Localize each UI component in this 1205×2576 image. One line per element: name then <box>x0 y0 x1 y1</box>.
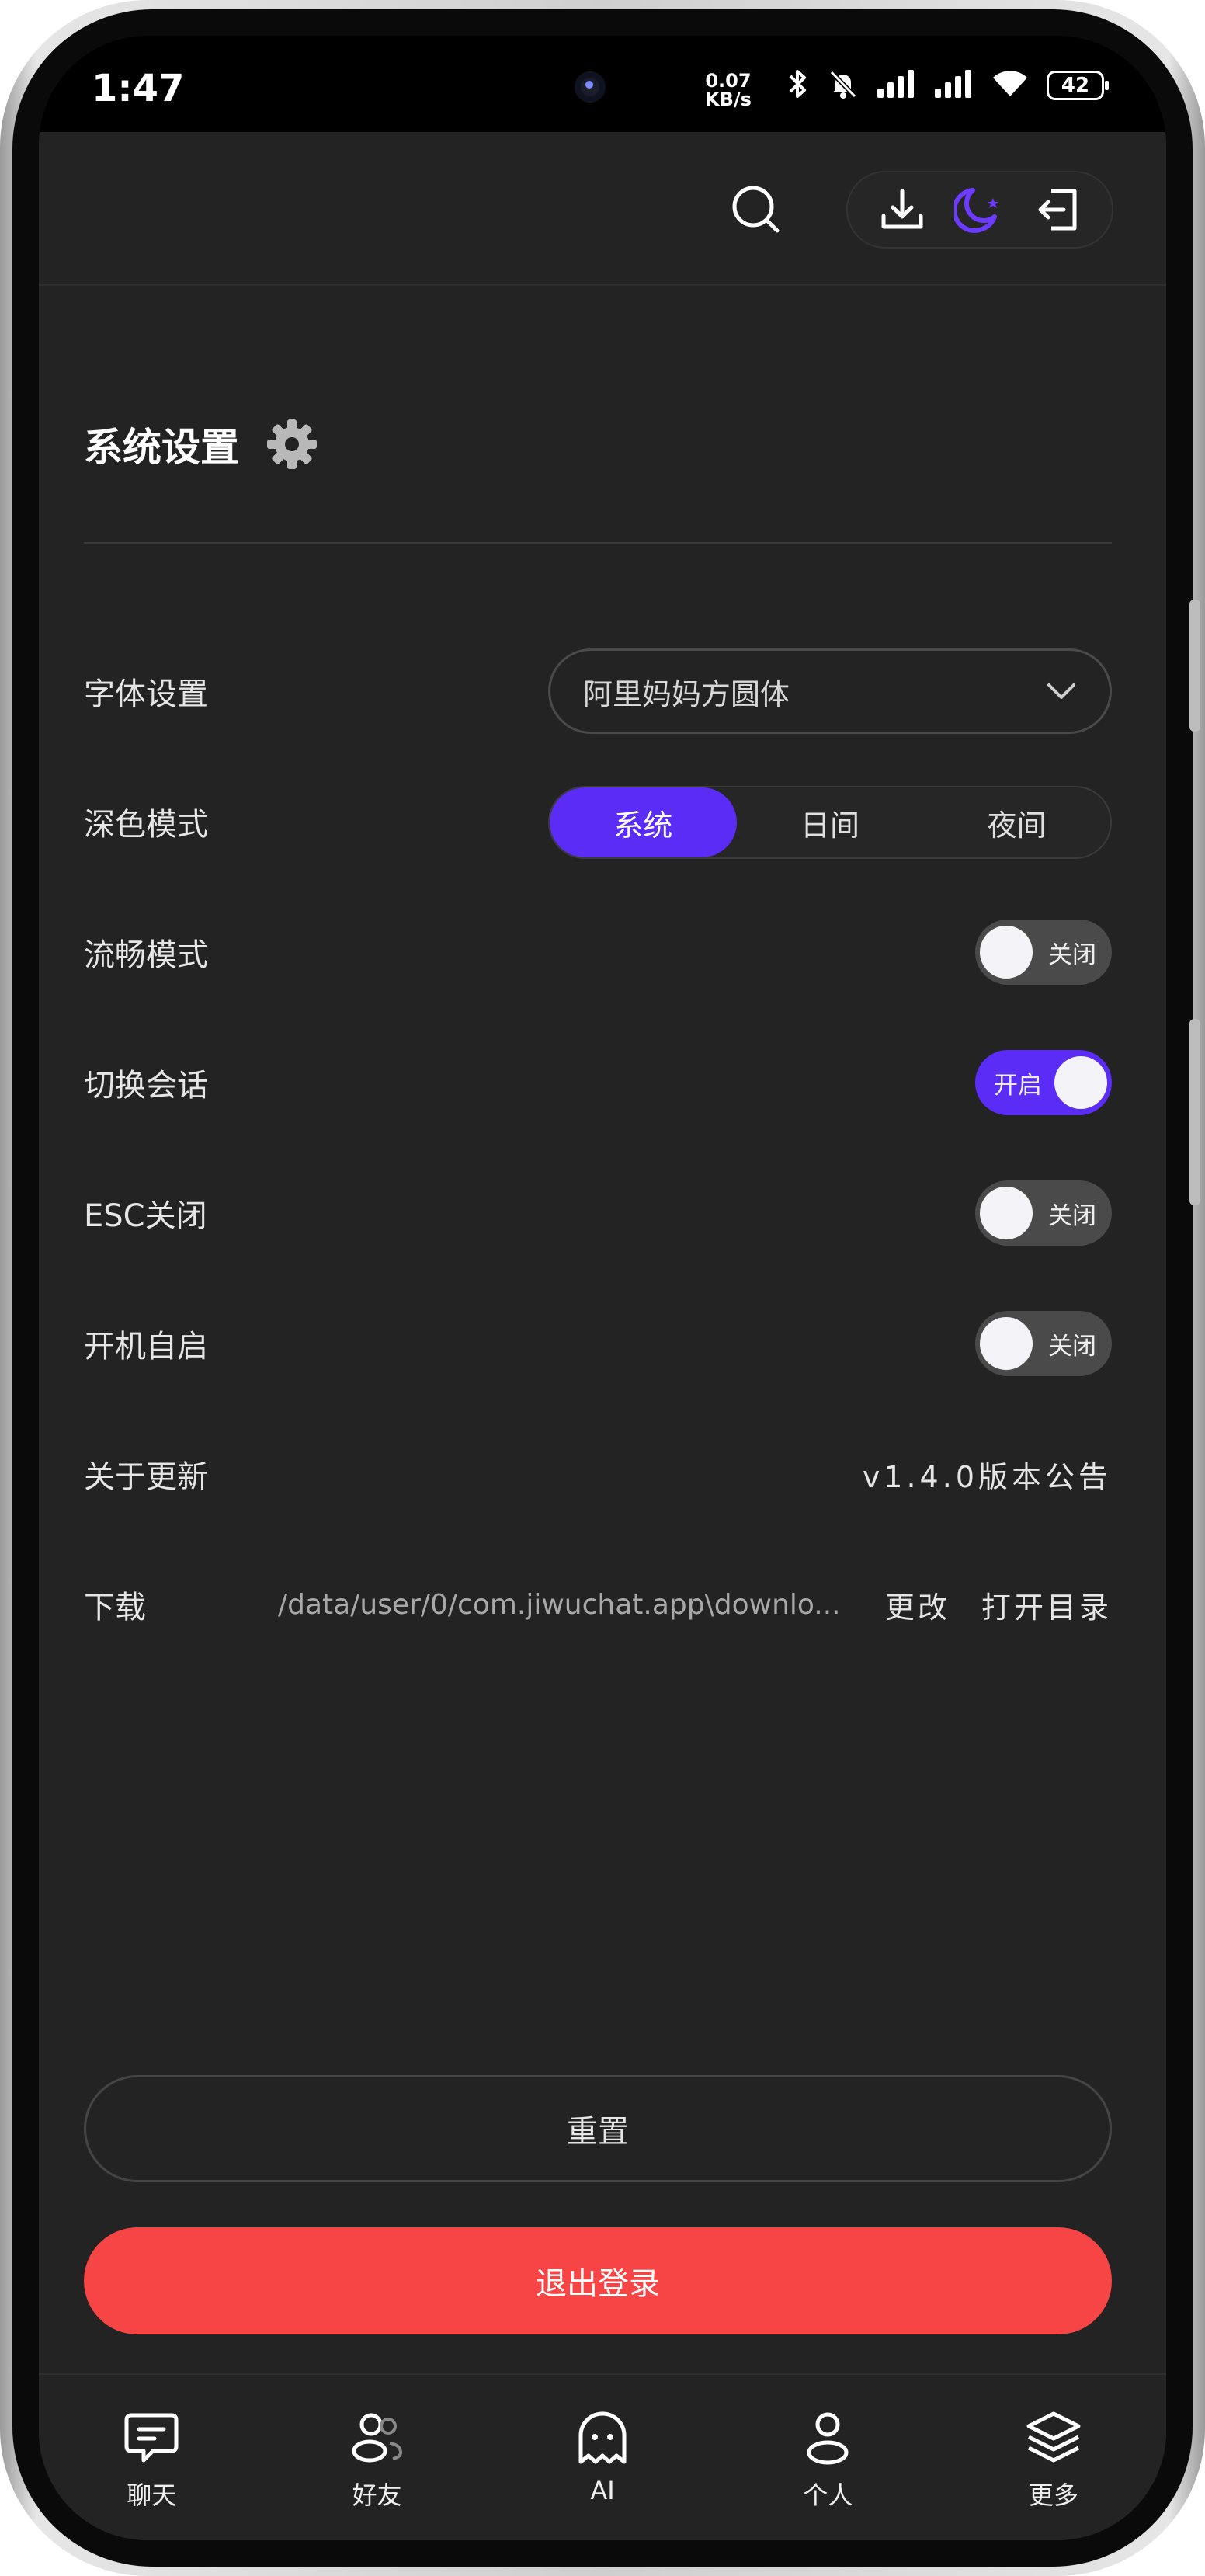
download-path: /data/user/0/com.jiwuchat.app\downlo... <box>278 1588 841 1621</box>
nav-label-profile: 个人 <box>803 2480 853 2510</box>
esc-close-toggle[interactable]: 关闭 <box>975 1180 1112 1246</box>
nav-label-friends: 好友 <box>352 2480 402 2510</box>
toggle-knob <box>1054 1056 1107 1109</box>
settings-header: 系统设置 <box>84 416 318 472</box>
dark-mode-segmented: 系统 日间 夜间 <box>548 786 1112 859</box>
nav-item-profile[interactable]: 个人 <box>715 2375 940 2540</box>
chevron-down-icon <box>1047 683 1075 699</box>
bottom-nav: 聊天 好友 AI 个人 更多 <box>39 2373 1166 2540</box>
app-body: 系统设置 字体设置 阿里妈妈方圆体 深色模式 系统 日间 夜间 流畅模式 关闭 … <box>39 132 1166 2540</box>
autostart-label: 开机自启 <box>84 1329 208 1364</box>
nav-label-chat: 聊天 <box>127 2480 177 2510</box>
gear-icon <box>267 419 317 469</box>
dark-mode-row: 深色模式 系统 日间 夜间 <box>84 783 1112 860</box>
dark-mode-option-night[interactable]: 夜间 <box>923 787 1110 857</box>
toggle-state-text: 关闭 <box>1048 940 1096 969</box>
smooth-mode-label: 流畅模式 <box>84 937 208 973</box>
reset-button[interactable]: 重置 <box>84 2075 1112 2182</box>
status-bar: 1:47 0.07 KB/s 42 <box>39 36 1166 132</box>
update-row: 关于更新 v1.4.0版本公告 <box>84 1435 1112 1513</box>
toggle-state-text: 关闭 <box>1048 1201 1096 1230</box>
download-icon <box>881 189 923 229</box>
person-icon <box>795 2406 860 2471</box>
toggle-state-text: 关闭 <box>1048 1332 1096 1361</box>
logout-window-button[interactable] <box>1026 179 1089 241</box>
wifi-icon <box>991 68 1030 103</box>
download-label: 下载 <box>84 1590 146 1625</box>
chat-icon <box>119 2406 184 2471</box>
nav-label-more: 更多 <box>1028 2480 1078 2510</box>
network-speed: 0.07 KB/s <box>705 71 752 109</box>
search-button[interactable] <box>724 177 789 242</box>
power-button <box>1189 1019 1200 1205</box>
theme-toggle-button[interactable] <box>949 179 1011 241</box>
toggle-knob <box>980 1317 1033 1370</box>
toggle-knob <box>980 926 1033 979</box>
network-speed-unit: KB/s <box>705 89 752 110</box>
bluetooth-icon <box>784 68 811 103</box>
logout-button[interactable]: 退出登录 <box>84 2227 1112 2334</box>
phone-frame: 1:47 0.07 KB/s 42 系统设置 字体设置 阿里妈妈方圆体 深色模式… <box>0 0 1205 2576</box>
status-icons: 42 <box>784 68 1109 103</box>
font-select[interactable]: 阿里妈妈方圆体 <box>548 648 1112 734</box>
search-icon <box>732 186 780 233</box>
network-speed-value: 0.07 <box>705 70 752 92</box>
nav-item-friends[interactable]: 好友 <box>264 2375 489 2540</box>
autostart-toggle[interactable]: 关闭 <box>975 1311 1112 1376</box>
ghost-icon <box>570 2406 635 2471</box>
switch-session-label: 切换会话 <box>84 1068 208 1104</box>
toggle-state-text: 开启 <box>994 1071 1042 1100</box>
font-select-value: 阿里妈妈方圆体 <box>583 676 790 711</box>
nav-label-ai: AI <box>590 2476 615 2505</box>
esc-close-row: ESC关闭 关闭 <box>84 1174 1112 1252</box>
nav-item-more[interactable]: 更多 <box>941 2375 1166 2540</box>
toggle-knob <box>980 1187 1033 1239</box>
download-row: 下载 /data/user/0/com.jiwuchat.app\downlo.… <box>84 1566 1112 1643</box>
update-label: 关于更新 <box>84 1459 208 1495</box>
smooth-mode-toggle[interactable]: 关闭 <box>975 920 1112 985</box>
font-setting-row: 字体设置 阿里妈妈方圆体 <box>84 648 1112 734</box>
header-divider <box>84 542 1112 544</box>
change-path-button[interactable]: 更改 <box>885 1583 950 1626</box>
dark-mode-label: 深色模式 <box>84 807 208 843</box>
exit-door-icon <box>1038 189 1077 231</box>
top-bar <box>39 132 1166 286</box>
release-notes-link[interactable]: v1.4.0版本公告 <box>863 1453 1112 1496</box>
front-camera <box>575 71 606 103</box>
layers-icon <box>1021 2406 1086 2471</box>
friends-icon <box>345 2406 410 2471</box>
screen: 1:47 0.07 KB/s 42 系统设置 字体设置 阿里妈妈方圆体 深色模式… <box>39 36 1166 2540</box>
top-actions-group <box>846 171 1113 249</box>
moon-icon <box>954 188 998 233</box>
page-title: 系统设置 <box>84 425 239 470</box>
signal-icon <box>876 68 916 103</box>
esc-close-label: ESC关闭 <box>84 1198 207 1234</box>
nav-item-ai[interactable]: AI <box>490 2375 715 2540</box>
battery-level: 42 <box>1061 74 1090 97</box>
signal-icon-2 <box>933 68 974 103</box>
dark-mode-option-system[interactable]: 系统 <box>550 787 737 857</box>
download-button[interactable] <box>871 179 933 241</box>
bell-muted-icon <box>828 68 859 103</box>
autostart-row: 开机自启 关闭 <box>84 1305 1112 1382</box>
nav-item-chat[interactable]: 聊天 <box>39 2375 264 2540</box>
switch-session-row: 切换会话 开启 <box>84 1044 1112 1121</box>
volume-button <box>1189 600 1200 732</box>
dark-mode-option-day[interactable]: 日间 <box>737 787 924 857</box>
font-setting-label: 字体设置 <box>84 676 208 712</box>
switch-session-toggle[interactable]: 开启 <box>975 1050 1112 1115</box>
status-time: 1:47 <box>92 67 185 110</box>
open-directory-button[interactable]: 打开目录 <box>981 1583 1112 1626</box>
battery-indicator: 42 <box>1047 71 1109 100</box>
smooth-mode-row: 流畅模式 关闭 <box>84 913 1112 991</box>
